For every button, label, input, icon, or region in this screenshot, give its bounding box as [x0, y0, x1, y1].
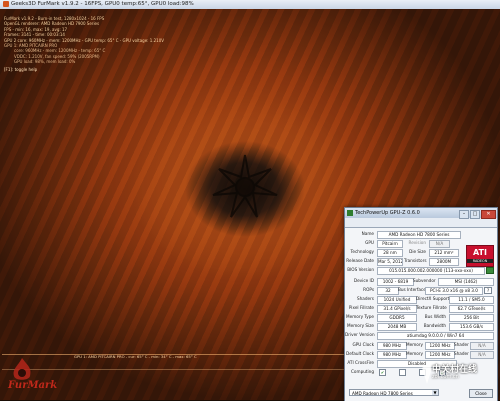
furmark-window-title: Geeks3D FurMark v1.9.2 - 16FPS, GPU0 tem…	[11, 1, 194, 7]
revision-label: Revision	[408, 240, 426, 245]
default-shader-label: Shader	[454, 351, 469, 356]
shader-clock-value: N/A	[470, 341, 494, 350]
fur-donut-center	[212, 154, 278, 218]
ati-radeon-logo: ATI RADEON	[466, 245, 494, 267]
texture-fillrate-label: Texture Fillrate	[416, 305, 447, 310]
gpuz-window-title: TechPowerUp GPU-Z 0.6.0	[355, 210, 420, 216]
window-close-button[interactable]: ✕	[481, 210, 496, 219]
shaders-value: 1024 Unified	[377, 295, 417, 304]
zol-watermark: 中关村在线 zol.com.cn	[420, 360, 498, 398]
bus-interface-value: PCI-E 3.0 x16 @ x8 3.0	[425, 286, 483, 295]
watermark-url: zol.com.cn	[432, 374, 459, 380]
name-value: AMD Radeon HD 7800 Series	[377, 230, 461, 239]
memory-type-value: GDDR5	[377, 313, 417, 322]
toggle-help-hint: [F1]: toggle help	[4, 66, 38, 72]
transistors-label: Transistors	[404, 258, 427, 263]
hud-line: GPU load: 98%, mem load: 0%	[14, 59, 76, 65]
temperature-graph-legend: GPU 1: AMD PITCAIRN PRO - cur: 65° C - m…	[74, 354, 197, 359]
release-date-label: Release Date	[346, 258, 374, 263]
memory-size-value: 2048 MB	[377, 322, 417, 331]
crossfire-label: ATI CrossFire	[347, 360, 374, 365]
rops-value: 32	[377, 286, 399, 295]
bus-width-label: Bus Width	[424, 314, 446, 319]
technology-value: 28 nm	[377, 248, 403, 257]
release-date-value: Mar 5, 2012	[377, 257, 403, 266]
device-id-value: 1002 - 6819	[377, 277, 414, 286]
subvendor-label: Subvendor	[413, 278, 436, 283]
memory-size-label: Memory Size	[347, 323, 374, 328]
gpu-label: GPU	[365, 240, 374, 245]
rops-label: ROPs	[363, 287, 374, 292]
shaders-label: Shaders	[356, 296, 374, 301]
bios-save-icon[interactable]	[486, 267, 494, 274]
gpu-select-value: AMD Radeon HD 7800 Series	[352, 391, 413, 396]
furmark-logo-text: FurMark	[8, 380, 58, 391]
shader-clock-label: Shader	[454, 342, 469, 347]
gpuz-tab-bar: Graphics CardSensorsValidationPowerColor…	[345, 219, 497, 238]
gpu-clock-value: 980 MHz	[377, 341, 407, 350]
directx-support-label: DirectX Support	[416, 296, 450, 301]
driver-version-label: Driver Version	[345, 332, 375, 337]
subvendor-value: MSI (1462)	[438, 277, 494, 286]
opencl-checkbox[interactable]: ✔	[379, 369, 386, 376]
bandwidth-label: Bandwidth	[423, 323, 446, 328]
die-size-label: Die Size	[409, 249, 426, 254]
pixel-fillrate-value: 31.4 GPixel/s	[377, 304, 417, 313]
texture-fillrate-value: 62.7 GTexel/s	[449, 304, 494, 313]
memory-type-label: Memory Type	[346, 314, 374, 319]
directx-support-value: 11.1 / SM5.0	[449, 295, 494, 304]
computing-label: Computing	[351, 369, 374, 374]
default-clock-label: Default Clock	[345, 351, 374, 356]
bandwidth-value: 153.6 GB/s	[449, 322, 494, 331]
bus-interface-label: Bus Interface	[398, 287, 426, 292]
gpu-value: Pitcairn	[377, 239, 403, 248]
transistors-value: 2800M	[429, 257, 459, 266]
gpuz-app-icon	[347, 210, 353, 216]
device-id-label: Device ID	[353, 278, 374, 283]
gpu-clock-label: GPU Clock	[352, 342, 374, 347]
furmark-hud: FurMark v1.9.2 - Burn-in test, 1280x1024…	[4, 16, 164, 72]
minimize-button[interactable]: –	[459, 210, 469, 219]
revision-value: N/A	[429, 239, 450, 248]
furmark-logo: FurMark	[2, 356, 72, 396]
default-memory-value: 1200 MHz	[425, 350, 455, 359]
cuda-checkbox[interactable]	[399, 369, 406, 376]
name-label: Name	[361, 231, 374, 236]
default-memory-label: Memory	[406, 351, 424, 356]
technology-label: Technology	[350, 249, 374, 254]
driver-version-value: atiumdag 9.0.0.0 / Win7 64	[377, 331, 494, 340]
bus-info-icon[interactable]: ?	[484, 287, 492, 294]
pixel-fillrate-label: Pixel Fillrate	[348, 305, 374, 310]
furmark-app-icon	[3, 1, 9, 7]
memory-clock-value: 1200 MHz	[425, 341, 455, 350]
bios-version-value: 015.015.000.002.000000 (113-xxx-xxx)	[377, 266, 485, 275]
bios-version-label: BIOS Version	[347, 267, 374, 272]
default-shader-value: N/A	[470, 350, 494, 359]
default-clock-value: 980 MHz	[377, 350, 407, 359]
gpuz-title-bar[interactable]: TechPowerUp GPU-Z 0.6.0 – □ ✕	[345, 208, 497, 219]
bus-width-value: 256 Bit	[449, 313, 494, 322]
maximize-button[interactable]: □	[470, 210, 480, 219]
die-size-value: 212 mm²	[429, 248, 459, 257]
memory-clock-label: Memory	[406, 342, 424, 347]
